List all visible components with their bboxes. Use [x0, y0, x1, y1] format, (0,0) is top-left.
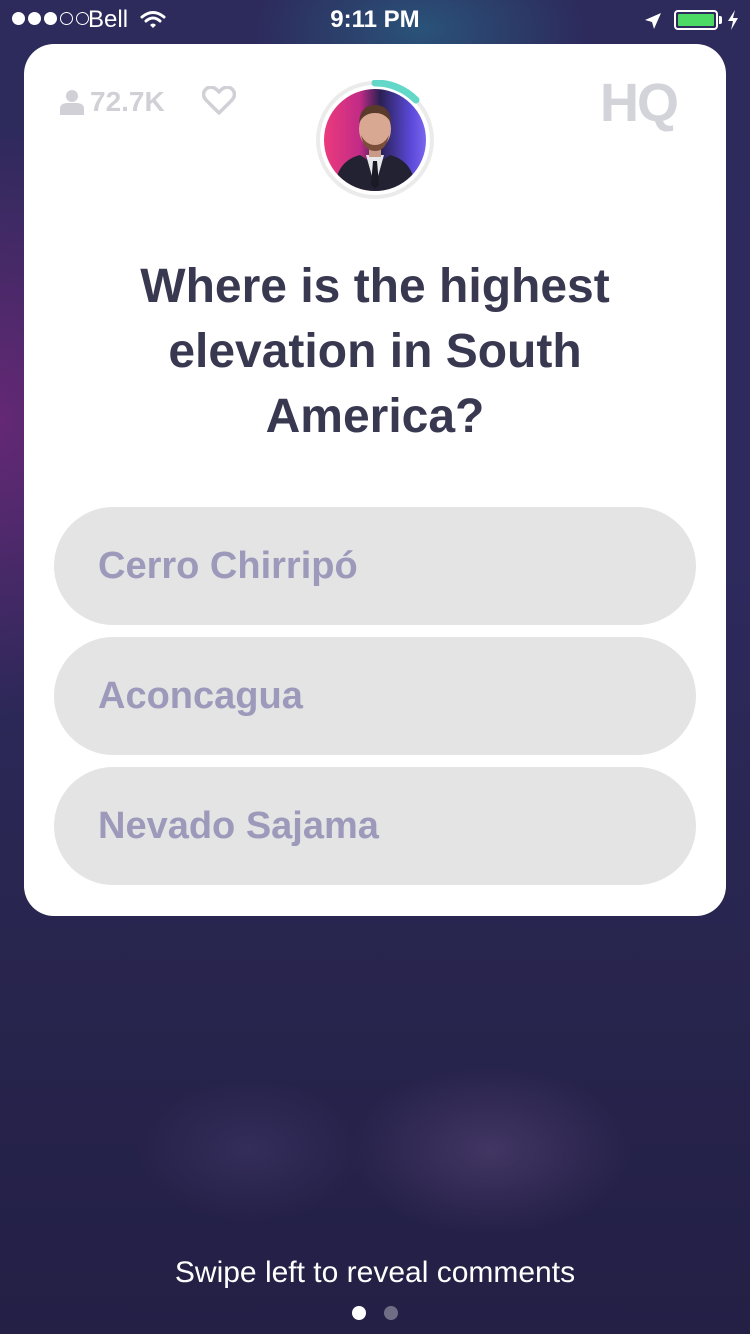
viewer-count: 72.7K [60, 86, 165, 118]
answer-label: Aconcagua [98, 674, 303, 717]
page-dot-1[interactable] [352, 1306, 366, 1320]
battery-tip [719, 16, 722, 24]
question-card: 72.7K HQ Where is the highest elevation … [24, 44, 726, 916]
answer-label: Nevado Sajama [98, 804, 379, 847]
battery-level [678, 14, 714, 26]
answer-option-3[interactable]: Nevado Sajama [54, 767, 696, 885]
question-text: Where is the highest elevation in South … [140, 260, 610, 443]
status-bar: Bell 9:11 PM [0, 0, 750, 40]
countdown-timer [315, 80, 435, 200]
answer-option-1[interactable]: Cerro Chirripó [54, 507, 696, 625]
person-icon [60, 90, 84, 115]
page-indicator [0, 1306, 750, 1320]
charging-bolt-icon [726, 9, 740, 38]
location-arrow-icon [643, 10, 663, 38]
status-time: 9:11 PM [330, 6, 420, 33]
battery-icon [674, 10, 718, 30]
viewer-count-value: 72.7K [90, 86, 165, 117]
heart-icon[interactable] [201, 85, 237, 121]
hq-logo: HQ [600, 73, 679, 133]
host-avatar [324, 89, 426, 191]
answer-label: Cerro Chirripó [98, 544, 358, 587]
swipe-hint: Swipe left to reveal comments [174, 1256, 576, 1289]
answer-option-2[interactable]: Aconcagua [54, 637, 696, 755]
page-dot-2[interactable] [384, 1306, 398, 1320]
